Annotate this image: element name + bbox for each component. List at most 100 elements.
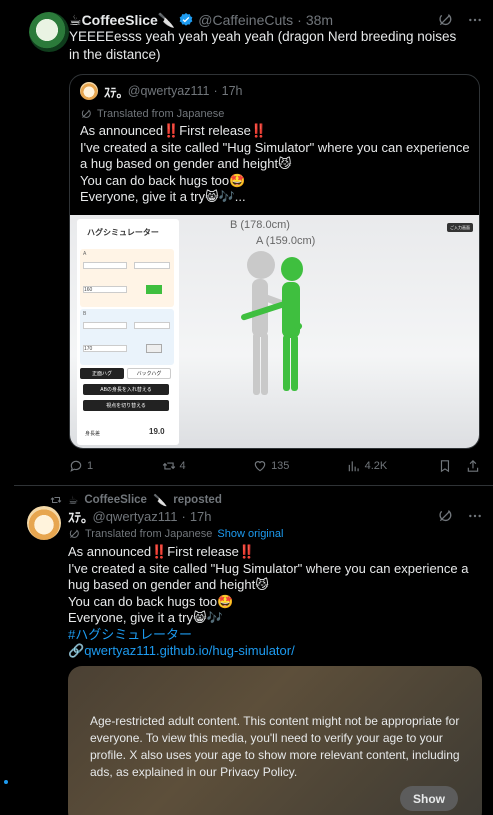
figure-a (241, 257, 303, 391)
separator-dot: · (213, 84, 218, 98)
grok-icon[interactable] (437, 12, 453, 28)
total-label: 身長差 (85, 431, 101, 437)
reply-action[interactable]: 1 (69, 459, 162, 473)
author-handle[interactable]: @qwertyaz111 (93, 509, 178, 524)
section-b-label: B (83, 311, 87, 317)
tweet-line: As announced‼️First release‼️ (68, 544, 256, 559)
field (134, 262, 170, 269)
like-count: 135 (271, 460, 290, 472)
name-suffix-emoji: 🔪 (157, 11, 176, 28)
quoted-media-image[interactable]: ハグシミュレーター A 160 B 170 正面ハグ バックハグ ABの身長を入… (70, 215, 479, 448)
repost-icon[interactable] (162, 459, 176, 473)
swap-button: ABの身長を入れ替える (83, 384, 169, 395)
repost-count: 4 (179, 460, 186, 472)
age-restriction-notice: Age-restricted adult content. This conte… (90, 714, 460, 779)
repost-action[interactable]: 4 (162, 459, 254, 473)
bookmark-icon[interactable] (438, 459, 452, 473)
quoted-timestamp: 17h (221, 84, 243, 98)
reply-icon[interactable] (69, 459, 83, 473)
tweet[interactable]: ☕ CoffeeSlice 🔪 @CaffeineCuts · 38m YEEE… (14, 0, 493, 486)
author-name[interactable]: ｽﾃ｡ (68, 507, 88, 526)
field (83, 262, 127, 269)
like-action[interactable]: 135 (253, 459, 347, 473)
timestamp[interactable]: 38m (306, 12, 333, 28)
reposter-name[interactable]: CoffeeSlice (84, 494, 147, 506)
translate-icon (81, 109, 91, 118)
quoted-tweet[interactable]: ｽﾃ｡ @qwertyaz111 · 17h Translated from J… (69, 74, 480, 449)
tweet-actions: 1 4 135 4.2K (69, 458, 480, 474)
view-toggle-button: 視点を切り替える (83, 400, 169, 411)
tweet-header: ☕ CoffeeSlice 🔪 @CaffeineCuts · 38m (69, 10, 483, 30)
quoted-line: As announced‼️First release‼️ (80, 123, 268, 138)
phone-screenshot: ハグシミュレーター A 160 B 170 正面ハグ バックハグ ABの身長を入… (77, 219, 179, 445)
left-rail (0, 0, 14, 815)
link-text[interactable]: qwertyaz111.github.io/hug-simulator/ (84, 643, 295, 658)
quoted-line: I've created a site called "Hug Simulato… (80, 139, 470, 172)
translated-notice: Translated from Japanese Show original (68, 528, 283, 540)
field (83, 322, 127, 329)
back-hug-button: バックハグ (127, 368, 171, 379)
external-link[interactable]: 🔗qwertyaz111.github.io/hug-simulator/ (68, 643, 483, 660)
name-emoji: ☕ (69, 11, 82, 28)
height-b-field: 170 (83, 345, 127, 352)
translated-label: Translated from Japanese (85, 528, 213, 540)
quoted-line: You can do back hugs too🤩 (80, 172, 246, 188)
more-icon[interactable] (467, 12, 483, 28)
heart-icon[interactable] (253, 459, 267, 473)
reposted-tweet[interactable]: ☕ CoffeeSlice 🔪 reposted ｽﾃ｡ @qwertyaz11… (14, 486, 493, 815)
app-title: ハグシミュレーター (87, 228, 159, 237)
front-hug-button: 正面ハグ (80, 368, 124, 379)
translated-notice: Translated from Japanese (80, 108, 224, 120)
blue-dot-icon (4, 780, 8, 784)
tweet-line: You can do back hugs too🤩 (68, 593, 234, 609)
section-b-card: B 170 (80, 309, 174, 365)
tweet-text: As announced‼️First release‼️ I've creat… (68, 544, 483, 660)
translated-label: Translated from Japanese (97, 108, 225, 120)
color-swatch-a (146, 285, 162, 294)
show-button[interactable]: Show (400, 786, 458, 811)
sim-top-button: ご入力画面 (447, 223, 473, 232)
label-b: B (178.0cm) (230, 219, 290, 231)
reposted-label: reposted (173, 494, 222, 506)
reposter-emoji: ☕ (68, 495, 79, 507)
total-value: 19.0 (149, 427, 165, 436)
tweet-line: Everyone, give it a try😸🎶 (68, 610, 223, 625)
separator-dot: · (181, 508, 186, 524)
verified-badge-icon (179, 13, 193, 26)
reply-count: 1 (87, 460, 94, 472)
tweet-line: I've created a site called "Hug Simulato… (68, 560, 469, 593)
reposter-suffix-emoji: 🔪 (152, 495, 168, 507)
author-handle[interactable]: @CaffeineCuts (198, 12, 293, 28)
field (134, 322, 170, 329)
hug-figures (241, 251, 303, 395)
grok-icon[interactable] (437, 508, 453, 524)
views-action[interactable]: 4.2K (347, 459, 439, 473)
quoted-header: ｽﾃ｡ @qwertyaz111 · 17h (80, 82, 243, 100)
show-original-link[interactable]: Show original (217, 528, 283, 540)
hashtag-link[interactable]: #ハグシミュレーター (68, 627, 483, 644)
quoted-line: Everyone, give it a try😸🎶... (80, 189, 246, 204)
quoted-author-handle: @qwertyaz111 (127, 84, 210, 98)
quoted-avatar (80, 82, 98, 100)
avatar[interactable] (27, 506, 61, 540)
quoted-author-name: ｽﾃ｡ (104, 85, 123, 100)
section-a-card: A 160 (80, 249, 174, 307)
timestamp[interactable]: 17h (190, 509, 212, 524)
translate-icon (69, 529, 79, 538)
repost-icon (50, 497, 62, 503)
more-icon[interactable] (467, 508, 483, 524)
separator-dot: · (297, 12, 302, 28)
share-icon[interactable] (466, 459, 480, 473)
tweet-text: YEEEEesss yeah yeah yeah yeah (dragon Ne… (69, 29, 457, 62)
avatar[interactable] (29, 12, 69, 52)
quoted-text: As announced‼️First release‼️ I've creat… (80, 123, 470, 206)
views-icon[interactable] (347, 459, 361, 473)
age-restricted-media: Age-restricted adult content. This conte… (68, 666, 482, 815)
author-name[interactable]: CoffeeSlice (82, 12, 158, 28)
tweet-header: ｽﾃ｡ @qwertyaz111 · 17h (68, 507, 483, 525)
section-a-label: A (83, 251, 87, 257)
views-count: 4.2K (364, 460, 388, 472)
height-a-field: 160 (83, 286, 127, 293)
color-swatch-b (146, 344, 162, 353)
repost-context: ☕ CoffeeSlice 🔪 reposted (50, 493, 222, 507)
